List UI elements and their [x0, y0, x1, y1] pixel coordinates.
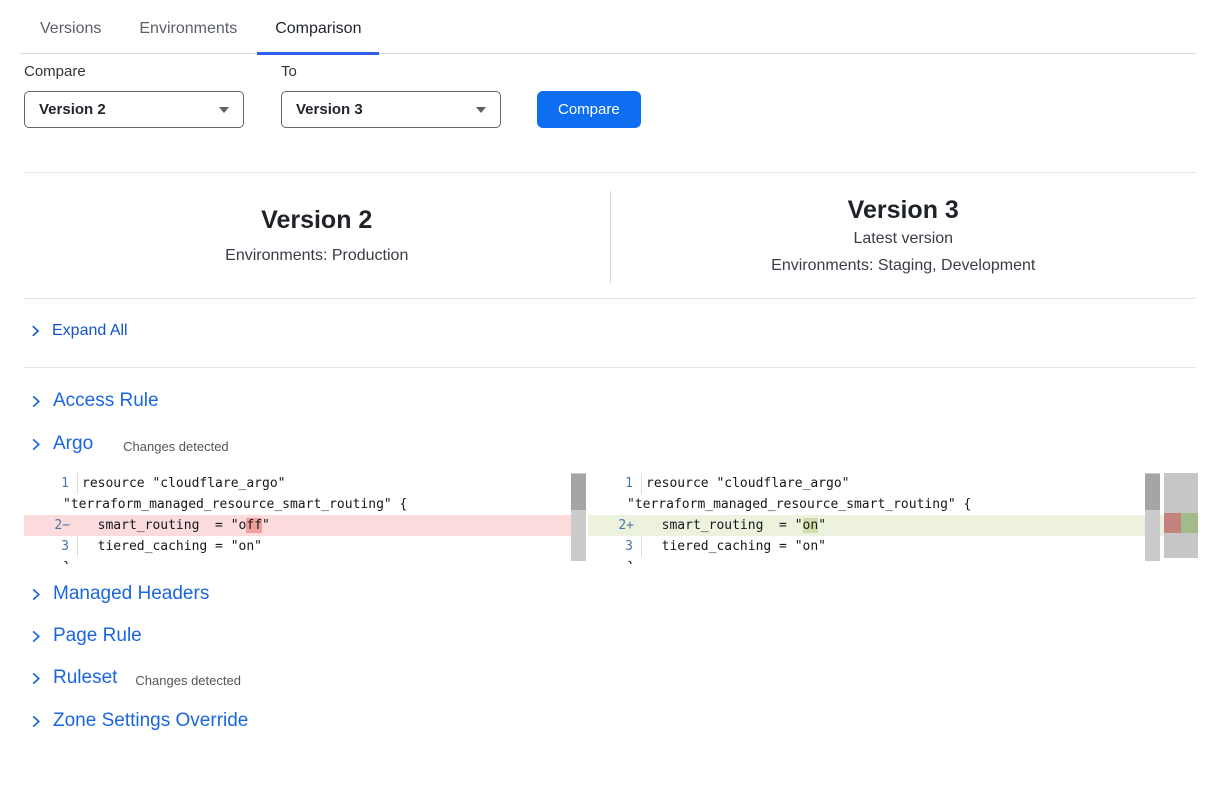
expand-all-link[interactable]: Expand All — [52, 322, 128, 340]
chevron-right-icon — [28, 587, 43, 602]
diff-change-marker — [1164, 513, 1198, 533]
version-right-header: Version 3 Latest version Environments: S… — [611, 185, 1197, 289]
section-access-rule[interactable]: Access Rule — [28, 390, 159, 412]
section-argo[interactable]: Argo Changes detected — [28, 433, 229, 455]
chevron-right-icon — [28, 629, 43, 644]
diff-line-number: 2− — [24, 515, 78, 536]
chevron-down-icon — [476, 107, 486, 113]
scrollbar-thumb[interactable] — [1145, 474, 1160, 510]
diff-line: 2− smart_routing = "off" — [24, 515, 586, 536]
section-ruleset[interactable]: Ruleset Changes detected — [28, 667, 241, 689]
compare-form: Compare Version 2 To Version 3 Compare — [24, 62, 641, 128]
diff-line: "terraform_managed_resource_smart_routin… — [588, 494, 1198, 515]
diff-line-number: 2+ — [588, 515, 642, 536]
divider — [24, 367, 1196, 368]
changes-detected-badge: Changes detected — [123, 435, 229, 454]
scrollbar[interactable] — [571, 473, 586, 561]
version-headers: Version 2 Environments: Production Versi… — [24, 185, 1196, 289]
to-label: To — [281, 62, 501, 81]
chevron-right-icon — [28, 394, 43, 409]
section-label[interactable]: Page Rule — [53, 625, 142, 647]
diff-line-number: 1 — [588, 473, 642, 494]
compare-to-select[interactable]: Version 3 — [281, 91, 501, 128]
expand-all-row[interactable]: Expand All — [28, 322, 128, 340]
diff-line: 3 tiered_caching = "on" — [24, 536, 586, 557]
section-label[interactable]: Argo — [53, 433, 93, 455]
version-right-title: Version 3 — [848, 195, 959, 225]
diff-line-number: 3 — [24, 536, 78, 557]
diff-overview-ruler[interactable] — [1164, 473, 1198, 558]
compare-label: Compare — [24, 62, 244, 81]
diff-line: 2+ smart_routing = "on" — [588, 515, 1198, 536]
version-left-title: Version 2 — [261, 205, 372, 235]
chevron-right-icon — [28, 437, 43, 452]
section-label[interactable]: Ruleset — [53, 667, 117, 689]
section-label[interactable]: Managed Headers — [53, 583, 209, 605]
diff-panel-left: 1resource "cloudflare_argo""terraform_ma… — [24, 473, 586, 566]
section-label[interactable]: Access Rule — [53, 390, 159, 412]
tab-bar: Versions Environments Comparison — [20, 0, 1196, 54]
diff-line: } — [24, 557, 586, 564]
section-label[interactable]: Zone Settings Override — [53, 710, 248, 732]
diff-line: 1resource "cloudflare_argo" — [24, 473, 586, 494]
compare-from-select[interactable]: Version 2 — [24, 91, 244, 128]
chevron-down-icon — [219, 107, 229, 113]
diff-line-number: 1 — [24, 473, 78, 494]
compare-to-value: Version 3 — [296, 101, 363, 118]
chevron-right-icon — [28, 714, 43, 729]
chevron-right-icon — [28, 324, 42, 338]
version-left-header: Version 2 Environments: Production — [24, 185, 610, 289]
argo-diff: 1resource "cloudflare_argo""terraform_ma… — [24, 473, 1198, 566]
changes-detected-badge: Changes detected — [135, 669, 241, 688]
version-right-subtitle: Latest version — [853, 225, 953, 252]
version-right-environments: Environments: Staging, Development — [771, 252, 1035, 279]
divider — [24, 172, 1196, 173]
diff-line-number: 3 — [588, 536, 642, 557]
scrollbar-thumb[interactable] — [571, 474, 586, 510]
diff-line: } — [588, 557, 1198, 564]
diff-panel-right: 1resource "cloudflare_argo""terraform_ma… — [588, 473, 1198, 566]
chevron-right-icon — [28, 671, 43, 686]
compare-button[interactable]: Compare — [537, 91, 641, 128]
section-managed-headers[interactable]: Managed Headers — [28, 583, 209, 605]
tab-versions[interactable]: Versions — [40, 4, 101, 53]
tab-environments[interactable]: Environments — [139, 4, 237, 53]
diff-line: "terraform_managed_resource_smart_routin… — [24, 494, 586, 515]
version-left-environments: Environments: Production — [225, 242, 408, 269]
section-zone-settings-override[interactable]: Zone Settings Override — [28, 710, 248, 732]
diff-line: 3 tiered_caching = "on" — [588, 536, 1198, 557]
scrollbar[interactable] — [1145, 473, 1160, 561]
compare-from-value: Version 2 — [39, 101, 106, 118]
divider — [24, 298, 1196, 299]
diff-line: 1resource "cloudflare_argo" — [588, 473, 1198, 494]
tab-comparison[interactable]: Comparison — [275, 4, 361, 53]
section-page-rule[interactable]: Page Rule — [28, 625, 142, 647]
